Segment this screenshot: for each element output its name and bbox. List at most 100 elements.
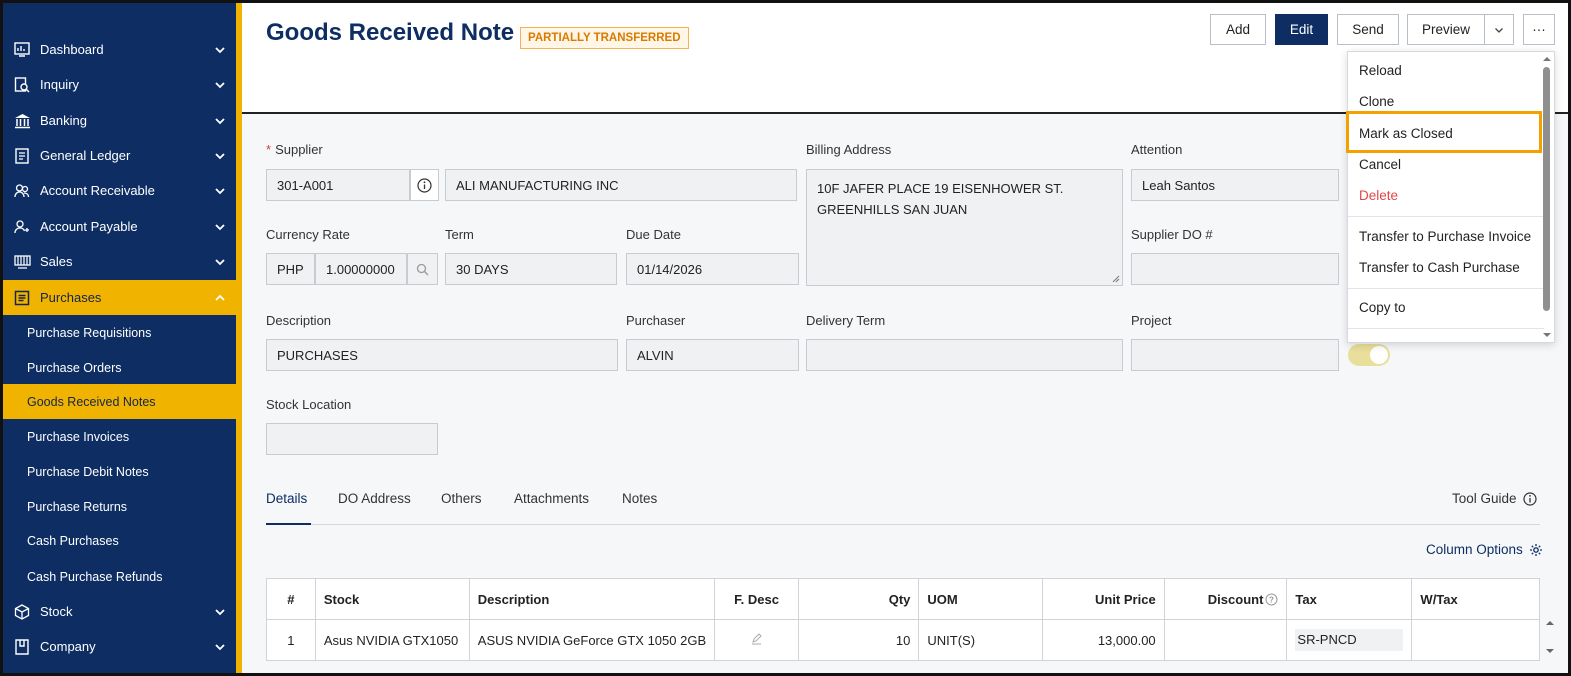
column-options-link[interactable]: Column Options [1426,542,1543,557]
pencil-icon[interactable] [750,632,763,645]
column-options-label: Column Options [1426,542,1523,557]
page-title: Goods Received Note [266,19,515,46]
sidebar-item-stock[interactable]: Stock [3,594,236,629]
toggle-switch[interactable] [1348,344,1390,366]
tool-guide-link[interactable]: Tool Guide [1452,491,1537,506]
sidebar-item-account-receivable[interactable]: Account Receivable [3,173,236,208]
menu-item-mark-as-closed[interactable]: Mark as Closed [1348,118,1544,149]
cell-fdesc[interactable] [714,619,799,661]
sidebar-item-dashboard[interactable]: Dashboard [3,32,236,67]
delivery-term-field[interactable] [806,339,1123,371]
billing-address-line: 10F JAFER PLACE 19 EISENHOWER ST. [817,181,1064,196]
supplier-name-field[interactable]: ALI MANUFACTURING INC [445,169,797,201]
sidebar-subitem-purchase-invoices[interactable]: Purchase Invoices [3,419,236,454]
cell-discount[interactable] [1163,619,1288,661]
menu-item-clone[interactable]: Clone [1348,86,1544,117]
resize-handle-icon[interactable] [1112,275,1120,283]
search-icon [416,263,429,275]
send-button[interactable]: Send [1337,14,1399,45]
due-date-label: Due Date [626,227,681,242]
company-icon [13,638,31,656]
sidebar-item-label: Inquiry [40,77,80,92]
sidebar: Dashboard Inquiry Banking General Ledger… [3,3,236,673]
currency-field[interactable]: PHP [266,253,315,285]
edit-button[interactable]: Edit [1275,14,1328,45]
menu-item-transfer-to-cash-purchase[interactable]: Transfer to Cash Purchase [1348,252,1544,283]
term-field[interactable]: 30 DAYS [445,253,617,285]
purchaser-label: Purchaser [626,313,686,328]
project-field[interactable] [1131,339,1339,371]
tab-others[interactable]: Others [441,491,482,506]
table-row[interactable]: 1 Asus NVIDIA GTX1050 ASUS NVIDIA GeForc… [266,619,1540,661]
tab-notes[interactable]: Notes [622,491,657,506]
attention-field[interactable]: Leah Santos [1131,169,1339,201]
chevron-down-icon [1495,27,1503,33]
cell-no: 1 [266,619,316,661]
column-header-fdesc: F. Desc [714,578,799,620]
info-icon [417,177,432,193]
cell-qty[interactable]: 10 [797,619,920,661]
more-actions-button[interactable]: ··· [1523,14,1555,45]
menu-scrollbar-thumb[interactable] [1543,67,1550,311]
cell-stock[interactable]: Asus NVIDIA GTX1050 [314,619,470,661]
sidebar-subitem-cash-purchase-refunds[interactable]: Cash Purchase Refunds [3,559,236,594]
sidebar-item-banking[interactable]: Banking [3,103,236,138]
cell-unit-price[interactable]: 13,000.00 [1041,619,1165,661]
purchaser-field[interactable]: ALVIN [626,339,799,371]
add-button[interactable]: Add [1210,14,1266,45]
sidebar-item-inquiry[interactable]: Inquiry [3,67,236,102]
supplier-do-field[interactable] [1131,253,1339,285]
rate-search-button[interactable] [407,253,438,285]
column-header-wtax: W/Tax [1411,578,1540,620]
description-field[interactable]: PURCHASES [266,339,618,371]
gear-icon [1529,543,1542,556]
line-items-table: # Stock Description F. Desc Qty UOM Unit… [266,578,1540,661]
cell-uom[interactable]: UNIT(S) [918,619,1043,661]
cell-wtax[interactable] [1411,619,1540,661]
sidebar-item-sales[interactable]: Sales [3,244,236,279]
cell-description[interactable]: ASUS NVIDIA GeForce GTX 1050 2GB [468,619,716,661]
tab-do-address[interactable]: DO Address [338,491,411,506]
billing-address-field[interactable]: 10F JAFER PLACE 19 EISENHOWER ST. GREENH… [806,169,1123,286]
chevron-down-icon [215,81,225,88]
tax-code: SR-PNCD [1295,629,1404,651]
sidebar-subitem-cash-purchases[interactable]: Cash Purchases [3,523,236,558]
column-header-no: # [266,578,316,620]
stock-location-field[interactable] [266,423,438,455]
menu-item-transfer-to-purchase-invoice[interactable]: Transfer to Purchase Invoice [1348,221,1544,252]
tab-attachments[interactable]: Attachments [514,491,589,506]
info-icon [1522,491,1537,506]
sidebar-subitem-purchase-requisitions[interactable]: Purchase Requisitions [3,315,236,350]
tab-details[interactable]: Details [266,491,307,506]
supplier-do-label: Supplier DO # [1131,227,1213,242]
sidebar-item-company[interactable]: Company [3,629,236,664]
table-scrollbar[interactable] [1543,617,1557,657]
sidebar-item-general-ledger[interactable]: General Ledger [3,138,236,173]
sidebar-item-label: Banking [40,113,87,128]
sidebar-item-purchases[interactable]: Purchases [3,280,236,315]
sidebar-item-label: Dashboard [40,42,104,57]
sidebar-subitem-purchase-orders[interactable]: Purchase Orders [3,350,236,385]
svg-text:?: ? [1269,595,1274,604]
menu-item-cancel[interactable]: Cancel [1348,149,1544,180]
exchange-rate-field[interactable]: 1.00000000 [315,253,407,285]
menu-item-reload[interactable]: Reload [1348,55,1544,86]
sidebar-item-account-payable[interactable]: Account Payable [3,209,236,244]
due-date-field[interactable]: 01/14/2026 [626,253,799,285]
sidebar-subitem-label: Goods Received Notes [27,394,156,409]
supplier-info-button[interactable] [410,169,439,201]
sidebar-subitem-goods-received-notes[interactable]: Goods Received Notes [3,384,236,419]
menu-item-copy-to[interactable]: Copy to [1348,292,1544,323]
menu-item-delete[interactable]: Delete [1348,180,1544,211]
menu-divider [1348,288,1544,289]
preview-button[interactable]: Preview [1407,14,1485,45]
scroll-down-icon[interactable] [1541,330,1553,340]
cell-tax[interactable]: SR-PNCD [1286,619,1413,661]
scroll-up-icon[interactable] [1541,54,1553,64]
sidebar-subitem-purchase-debit-notes[interactable]: Purchase Debit Notes [3,454,236,489]
sidebar-subitem-purchase-returns[interactable]: Purchase Returns [3,489,236,524]
supplier-code-field[interactable]: 301-A001 [266,169,410,201]
sales-icon [13,253,31,271]
column-header-tax: Tax [1286,578,1413,620]
preview-dropdown-button[interactable] [1484,14,1514,45]
